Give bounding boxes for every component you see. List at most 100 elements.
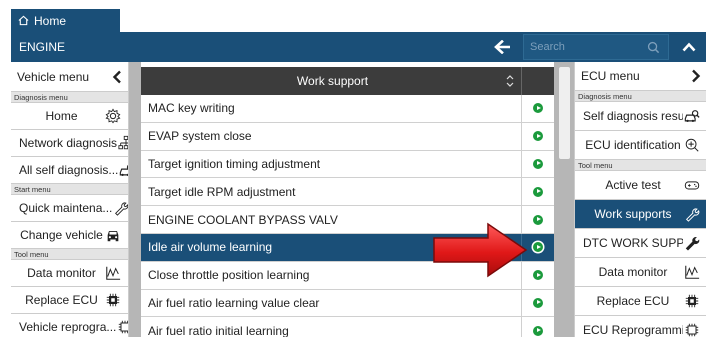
table-header-action-column (521, 67, 554, 95)
play-icon (533, 270, 543, 281)
left-menu-item-label: Quick maintena... (19, 201, 113, 215)
left-gutter (129, 62, 141, 337)
play-icon (533, 131, 543, 142)
left-menu-item-label: Change vehicle (20, 228, 103, 242)
table-title: Work support (296, 74, 369, 88)
chevron-left-icon[interactable] (112, 70, 122, 84)
ecu-menu-item-ecu-identification[interactable]: ECU identification (575, 131, 706, 160)
annotation-arrow-icon (433, 222, 528, 278)
car-search-icon (120, 165, 128, 177)
table-row[interactable]: Target ignition timing adjustment (141, 150, 554, 179)
play-icon (533, 214, 543, 225)
run-button[interactable] (521, 178, 554, 206)
left-menu-item-label: Home (45, 109, 78, 123)
play-icon (533, 103, 543, 114)
left-menu-item-home[interactable]: Home (11, 103, 128, 130)
gear-icon (105, 108, 121, 124)
wrench-icon (685, 208, 700, 222)
chip-outline-icon (119, 320, 128, 334)
row-label: Air fuel ratio initial learning (148, 323, 289, 337)
section-tool-menu: Tool menu (11, 249, 128, 260)
table-row[interactable]: Air fuel ratio initial learning (141, 317, 554, 337)
left-menu-item-data-monitor[interactable]: Data monitor (11, 260, 128, 287)
back-button[interactable] (484, 32, 519, 62)
scrollbar-thumb[interactable] (559, 67, 570, 159)
left-menu-item-replace-ecu[interactable]: Replace ECU (11, 287, 128, 314)
run-button[interactable] (521, 122, 554, 150)
table-row[interactable]: Target idle RPM adjustment (141, 178, 554, 207)
ecu-menu-item-label: Work supports (594, 207, 672, 221)
home-tab[interactable]: Home (11, 9, 120, 32)
left-menu-item-change-vehicle[interactable]: Change vehicle (11, 222, 128, 249)
section-diagnosis-menu: Diagnosis menu (11, 92, 128, 103)
ecu-menu-item-label: ECU Reprogramming (583, 323, 683, 337)
home-icon (18, 15, 29, 26)
search-input[interactable]: Search (523, 34, 669, 60)
row-label: EVAP system close (148, 129, 252, 144)
row-label: Target idle RPM adjustment (148, 184, 296, 199)
ecu-menu-header[interactable]: ECU menu (575, 62, 706, 91)
monitor-graph-icon (685, 265, 700, 279)
arrow-left-icon (493, 40, 510, 54)
vehicle-menu-title: Vehicle menu (17, 69, 90, 84)
run-button[interactable] (521, 150, 554, 178)
left-menu-item-network-diagnosis[interactable]: Network diagnosis (11, 130, 128, 157)
table-row[interactable]: EVAP system close (141, 122, 554, 151)
ecu-menu-item-active-test[interactable]: Active test (575, 171, 706, 200)
ecu-menu-item-label: Replace ECU (596, 294, 670, 308)
sort-icon[interactable] (505, 74, 515, 88)
ecu-menu-item-replace-ecu[interactable]: Replace ECU (575, 287, 706, 316)
left-menu-item-label: Vehicle reprogra... (19, 320, 117, 334)
ecu-menu-item-ecu-reprogramming[interactable]: ECU Reprogramming (575, 316, 706, 337)
chevron-right-icon[interactable] (691, 69, 701, 83)
left-menu-item-label: All self diagnosis... (19, 163, 119, 177)
home-tab-label: Home (34, 13, 67, 28)
car-search-icon (684, 110, 700, 123)
row-label: MAC key writing (148, 101, 235, 116)
chip-outline-icon (685, 323, 699, 337)
ecu-menu-panel: ECU menu Diagnosis menu Self diagnosis r… (574, 62, 706, 337)
table-header: Work support (141, 67, 554, 95)
table-row[interactable]: MAC key writing (141, 95, 554, 123)
table-row[interactable]: Air fuel ratio learning value clear (141, 289, 554, 318)
vehicle-menu-panel: Vehicle menu Diagnosis menu Home Network… (11, 62, 129, 337)
collapse-up-button[interactable] (672, 32, 706, 62)
section-start-menu: Start menu (11, 184, 128, 195)
section-tool-menu: Tool menu (575, 160, 706, 171)
left-menu-item-label: Replace ECU (25, 293, 98, 307)
section-diagnosis-menu: Diagnosis menu (575, 91, 706, 102)
run-button[interactable] (521, 289, 554, 317)
gamepad-icon (684, 181, 700, 190)
left-menu-item-all-self-diagnosis[interactable]: All self diagnosis... (11, 157, 128, 184)
row-label: Target ignition timing adjustment (148, 156, 321, 171)
left-menu-item-label: Network diagnosis (19, 136, 118, 150)
wrench-solid-icon (685, 237, 700, 251)
zoom-in-icon (685, 138, 699, 152)
ecu-menu-item-work-supports[interactable]: Work supports (575, 200, 706, 229)
vehicle-menu-header[interactable]: Vehicle menu (11, 62, 128, 92)
chip-icon (106, 293, 120, 307)
ecu-menu-item-data-monitor[interactable]: Data monitor (575, 258, 706, 287)
ecu-menu-item-dtc-work-support[interactable]: DTC WORK SUPP... (575, 229, 706, 258)
ecu-menu-title: ECU menu (581, 69, 640, 83)
wrench-icon (115, 202, 128, 216)
car-swap-icon (107, 231, 119, 242)
engine-label: ENGINE (19, 40, 66, 54)
monitor-graph-icon (106, 266, 121, 280)
search-icon[interactable] (647, 41, 660, 54)
play-icon (533, 297, 543, 308)
play-icon (533, 186, 543, 197)
ecu-menu-item-self-diagnosis-result[interactable]: Self diagnosis result (575, 102, 706, 131)
ecu-menu-item-label: ECU identification (585, 138, 681, 152)
play-icon (533, 242, 543, 253)
chevron-up-icon (682, 42, 696, 52)
run-button[interactable] (521, 317, 554, 337)
ecu-menu-item-label: Self diagnosis result (583, 109, 683, 123)
left-menu-item-label: Data monitor (27, 266, 96, 280)
search-placeholder: Search (530, 41, 565, 53)
left-menu-item-vehicle-reprogramming[interactable]: Vehicle reprogra... (11, 314, 128, 337)
left-menu-item-quick-maintenance[interactable]: Quick maintena... (11, 195, 128, 222)
network-icon (118, 135, 128, 150)
run-button[interactable] (521, 95, 554, 122)
engine-bar: ENGINE Search (11, 32, 706, 62)
